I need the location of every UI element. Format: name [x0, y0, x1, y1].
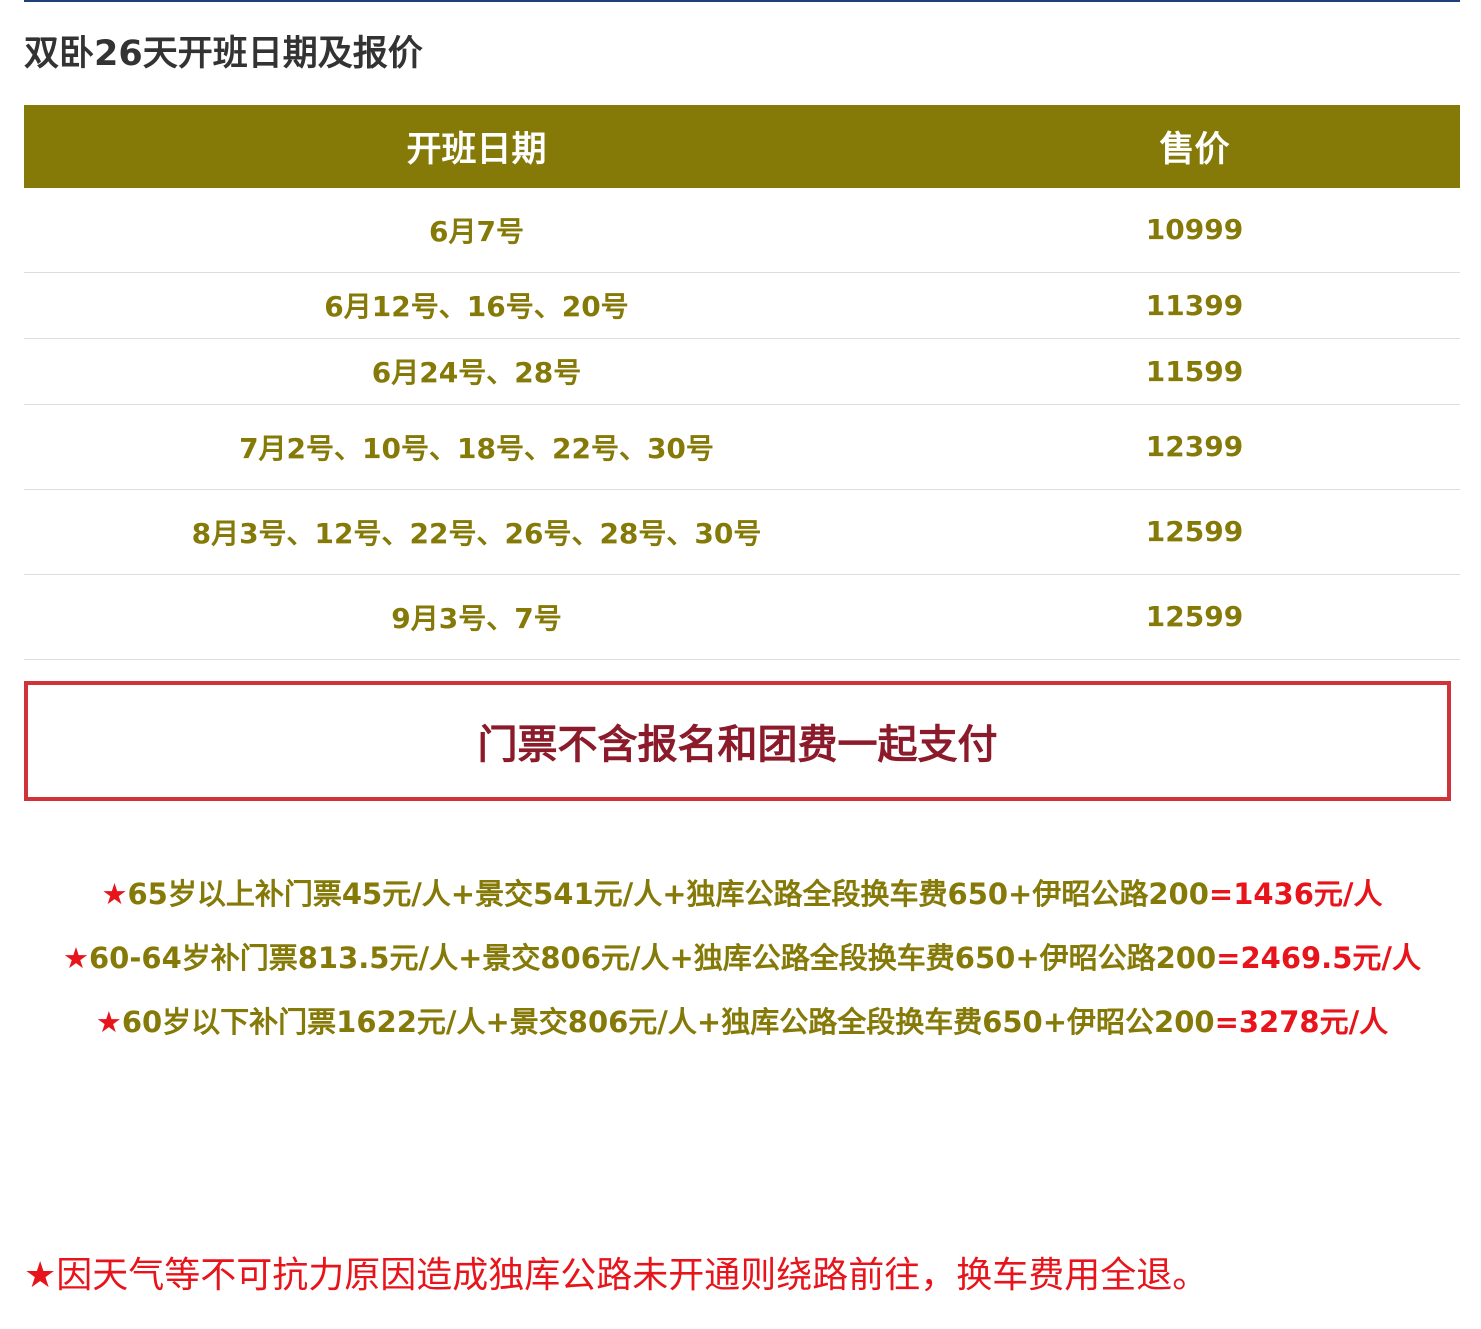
fee-line-under-60: ★60岁以下补门票1622元/人+景交806元/人+独库公路全段换车费650+伊… — [24, 990, 1460, 1054]
row-price: 12599 — [929, 574, 1460, 660]
footer-note: ★因天气等不可抗力原因造成独库公路未开通则绕路前往，换车费用全退。 — [24, 1255, 1209, 1296]
fee-text: 60岁以下补门票1622元/人+景交806元/人+独库公路全段换车费650+伊昭… — [121, 1005, 1215, 1039]
fee-text: 60-64岁补门票813.5元/人+景交806元/人+独库公路全段换车费650+… — [89, 941, 1217, 975]
row-price: 11399 — [929, 272, 1460, 339]
row-date: 6月7号 — [24, 188, 929, 273]
table-row: 6月7号 10999 — [24, 188, 1460, 273]
fee-total: =3278元/人 — [1214, 1005, 1389, 1039]
row-price: 12399 — [929, 404, 1460, 490]
row-price: 11599 — [929, 338, 1460, 405]
table-row: 8月3号、12号、22号、26号、28号、30号 12599 — [24, 489, 1460, 575]
table-row: 9月3号、7号 12599 — [24, 574, 1460, 660]
row-date: 8月3号、12号、22号、26号、28号、30号 — [24, 489, 929, 575]
price-table: 开班日期 售价 6月7号 10999 6月12号、16号、20号 11399 6… — [24, 105, 1460, 660]
row-price: 10999 — [929, 188, 1460, 273]
table-header-row: 开班日期 售价 — [24, 105, 1460, 188]
header-date: 开班日期 — [24, 105, 929, 188]
fee-total: =1436元/人 — [1208, 877, 1383, 911]
fee-line-65-plus: ★65岁以上补门票45元/人+景交541元/人+独库公路全段换车费650+伊昭公… — [24, 862, 1460, 926]
page-title: 双卧26天开班日期及报价 — [24, 34, 423, 74]
star-icon: ★ — [95, 1005, 122, 1039]
top-divider — [24, 0, 1460, 2]
fee-text: 65岁以上补门票45元/人+景交541元/人+独库公路全段换车费650+伊昭公路… — [127, 877, 1209, 911]
row-date: 6月12号、16号、20号 — [24, 272, 929, 339]
header-price: 售价 — [929, 105, 1460, 188]
row-date: 6月24号、28号 — [24, 338, 929, 405]
notice-text: 门票不含报名和团费一起支付 — [477, 722, 998, 768]
fee-list: ★65岁以上补门票45元/人+景交541元/人+独库公路全段换车费650+伊昭公… — [24, 862, 1460, 1054]
row-date: 9月3号、7号 — [24, 574, 929, 660]
table-row: 6月12号、16号、20号 11399 — [24, 272, 1460, 339]
fee-total: =2469.5元/人 — [1216, 941, 1421, 975]
star-icon: ★ — [63, 941, 89, 975]
star-icon: ★ — [101, 877, 128, 911]
row-price: 12599 — [929, 489, 1460, 575]
row-date: 7月2号、10号、18号、22号、30号 — [24, 404, 929, 490]
fee-line-60-64: ★60-64岁补门票813.5元/人+景交806元/人+独库公路全段换车费650… — [24, 926, 1460, 990]
table-row: 7月2号、10号、18号、22号、30号 12399 — [24, 404, 1460, 490]
notice-box: 门票不含报名和团费一起支付 — [24, 681, 1451, 801]
table-row: 6月24号、28号 11599 — [24, 338, 1460, 405]
